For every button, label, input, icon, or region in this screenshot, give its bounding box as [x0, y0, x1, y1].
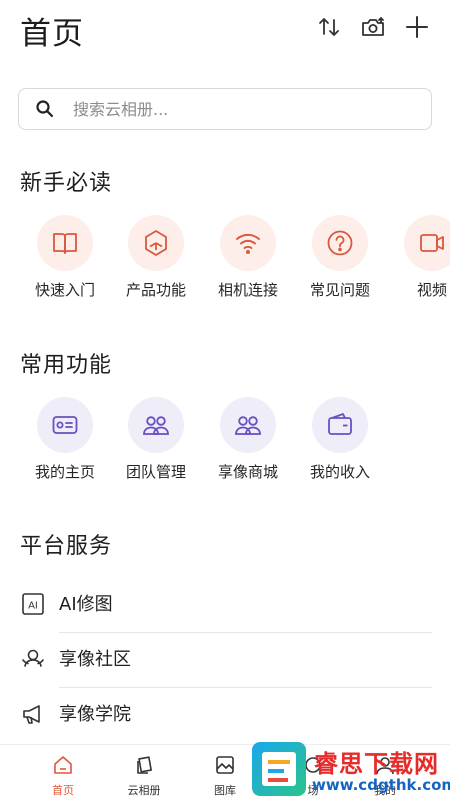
id-card-icon — [52, 416, 78, 434]
icon-circle — [37, 397, 93, 453]
section-title-beginner: 新手必读 — [20, 171, 113, 196]
watermark-url: www.cdgthk.com — [312, 776, 450, 794]
section-title-common: 常用功能 — [20, 353, 113, 378]
nav-label: 首页 — [52, 784, 74, 797]
watermark-title: 睿思下载网 — [314, 750, 439, 778]
icon-circle — [37, 215, 93, 271]
ai-icon: AI — [20, 591, 46, 617]
question-icon — [327, 230, 353, 256]
plus-icon[interactable] — [404, 14, 430, 40]
watermark-bar — [268, 769, 284, 773]
grid-item-faq[interactable]: 常见问题 — [294, 215, 386, 325]
list-item-label: 享像学院 — [59, 704, 131, 725]
megaphone-icon — [20, 701, 46, 727]
icon-circle — [312, 215, 368, 271]
gallery-icon — [216, 756, 234, 774]
grid-item-product-features[interactable]: 产品功能 — [110, 215, 202, 325]
grid-item-label: 快速入门 — [34, 281, 95, 299]
beginner-row: 快速入门 产品功能 相机连接 常见问题 视频 — [0, 215, 450, 325]
list-item-community[interactable]: 享像社区 — [18, 633, 432, 688]
list-item-academy[interactable]: 享像学院 — [18, 688, 432, 743]
nav-home[interactable]: 首页 — [18, 745, 108, 800]
common-row: 我的主页 团队管理 享像商城 我的收入 — [0, 397, 450, 507]
search-input[interactable] — [73, 94, 413, 124]
nav-label: 云相册 — [127, 784, 161, 797]
list-item-label: AI修图 — [59, 594, 113, 615]
search-bar[interactable] — [18, 88, 432, 130]
grid-item-video[interactable]: 视频 — [386, 215, 450, 325]
cube-icon — [145, 230, 167, 256]
list-item-ai-retouch[interactable]: AI AI修图 — [18, 578, 432, 633]
grid-item-my-income[interactable]: 我的收入 — [294, 397, 386, 507]
svg-text:AI: AI — [28, 601, 38, 612]
grid-item-label: 我的主页 — [34, 463, 95, 481]
icon-circle — [404, 215, 450, 271]
icon-circle — [128, 215, 184, 271]
grid-item-quick-start[interactable]: 快速入门 — [19, 215, 111, 325]
home-icon — [54, 756, 72, 774]
camera-upload-icon[interactable] — [360, 14, 386, 40]
grid-item-label: 我的收入 — [309, 463, 370, 481]
book-icon — [53, 233, 77, 254]
grid-item-my-homepage[interactable]: 我的主页 — [19, 397, 111, 507]
grid-item-label: 团队管理 — [125, 463, 186, 481]
grid-item-camera-connect[interactable]: 相机连接 — [202, 215, 294, 325]
team-store-icon — [235, 416, 261, 435]
wifi-icon — [236, 233, 260, 254]
nav-cloud-album[interactable]: 云相册 — [99, 745, 189, 800]
watermark-logo — [252, 742, 306, 796]
watermark-bar — [268, 778, 288, 782]
page-title: 首页 — [20, 16, 84, 52]
section-title-platform: 平台服务 — [20, 534, 113, 559]
album-icon — [137, 756, 152, 774]
sort-icon[interactable] — [316, 14, 342, 40]
icon-circle — [220, 397, 276, 453]
watermark-bar — [268, 760, 290, 764]
icon-circle — [128, 397, 184, 453]
team-icon — [143, 416, 169, 435]
icon-circle — [312, 397, 368, 453]
video-icon — [420, 234, 444, 252]
grid-item-store[interactable]: 享像商城 — [202, 397, 294, 507]
grid-item-label: 产品功能 — [125, 281, 186, 299]
community-icon — [20, 646, 46, 672]
search-icon — [35, 99, 55, 119]
grid-item-team-management[interactable]: 团队管理 — [110, 397, 202, 507]
grid-item-label: 相机连接 — [217, 281, 278, 299]
app-header: 首页 — [0, 0, 450, 62]
grid-item-label: 常见问题 — [309, 281, 370, 299]
grid-item-label: 视频 — [416, 281, 447, 299]
grid-item-label: 享像商城 — [217, 463, 278, 481]
list-item-label: 享像社区 — [59, 649, 131, 670]
wallet-icon — [328, 413, 352, 435]
icon-circle — [220, 215, 276, 271]
watermark: 睿思下载网 www.cdgthk.com — [248, 740, 450, 800]
